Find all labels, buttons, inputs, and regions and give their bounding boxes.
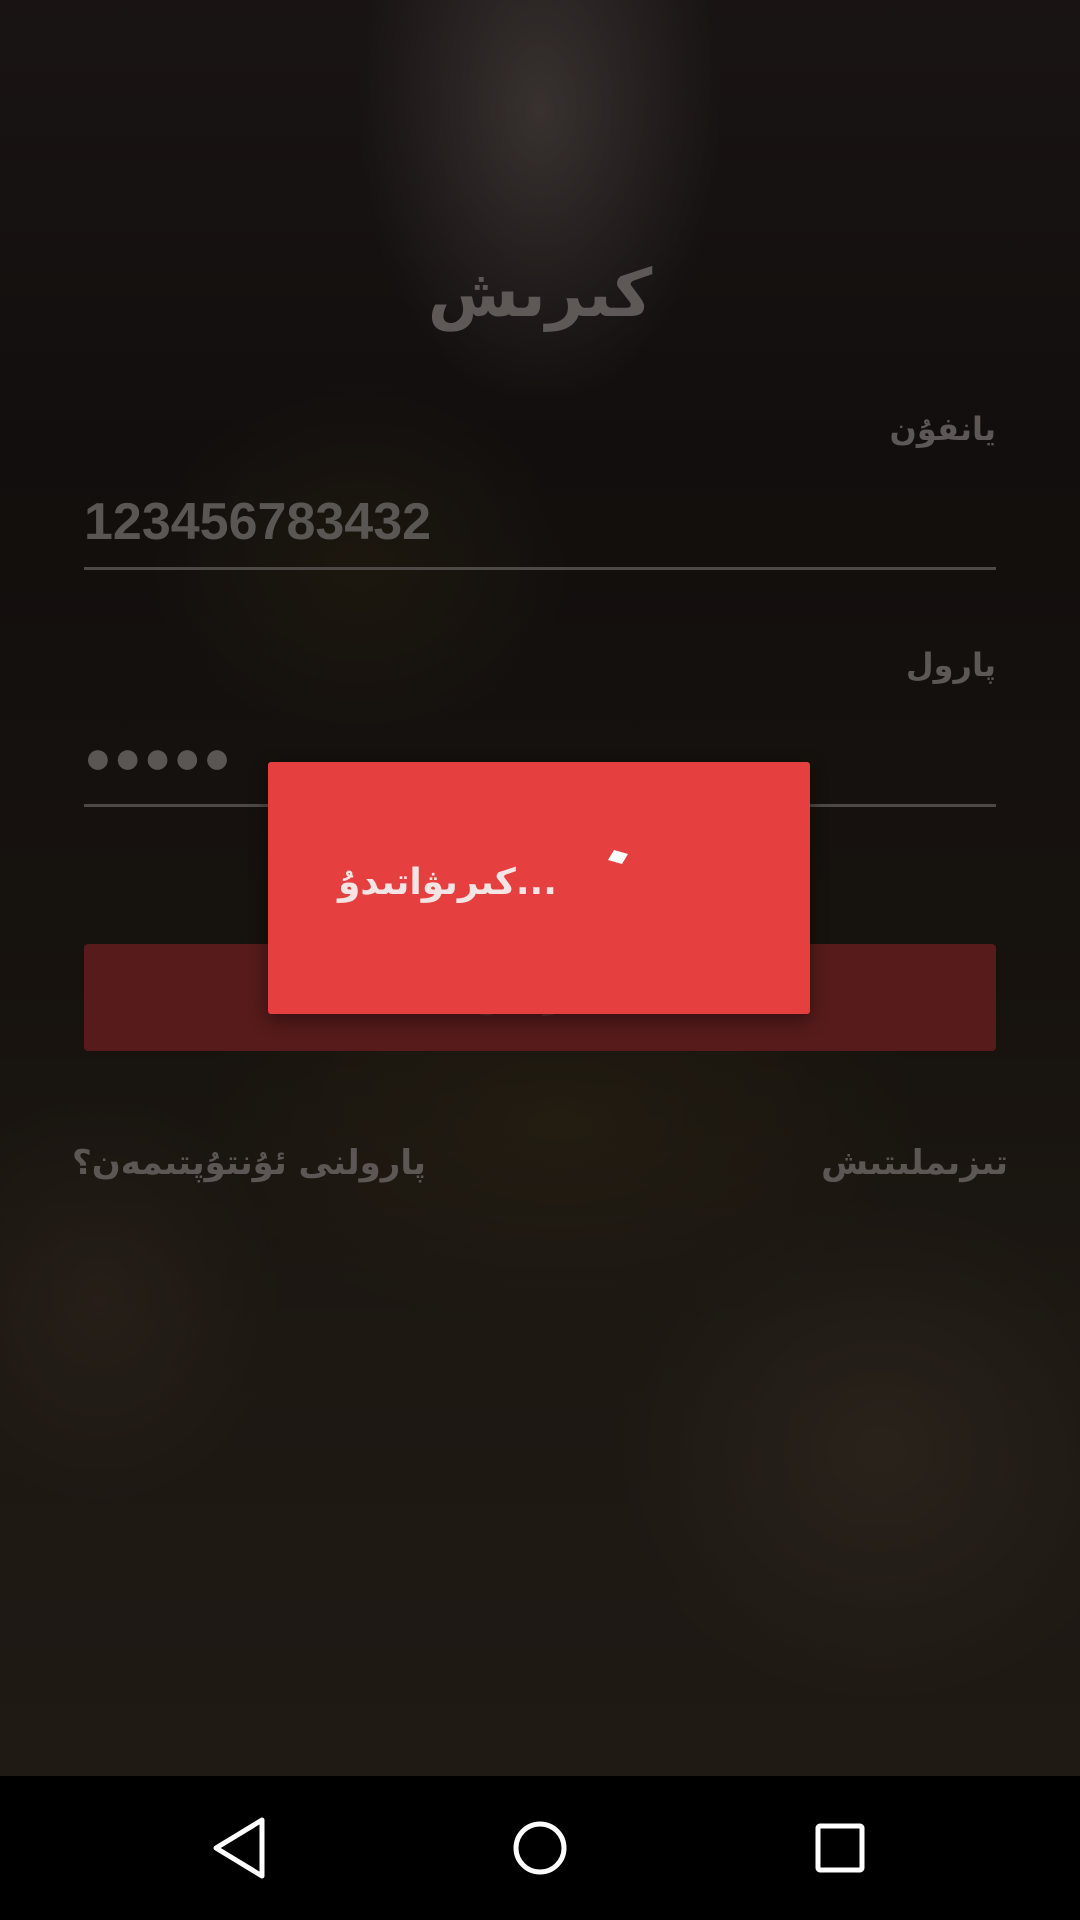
- system-nav-bar: [0, 1776, 1080, 1920]
- recent-apps-icon[interactable]: [800, 1808, 880, 1888]
- loading-dialog: كىرىۋاتىدۇ...: [268, 762, 810, 1014]
- register-link[interactable]: تىزىملىتىش: [821, 1143, 1008, 1183]
- forgot-password-link[interactable]: پارولنى ئۇنتۇپتىمەن؟: [72, 1143, 426, 1183]
- loading-message: كىرىۋاتىدۇ...: [338, 862, 557, 903]
- back-icon[interactable]: [200, 1808, 280, 1888]
- phone-field[interactable]: 123456783432: [84, 492, 431, 552]
- loading-spinner-icon: [608, 850, 628, 864]
- password-field[interactable]: ●●●●●: [84, 730, 233, 784]
- phone-underline: [84, 567, 996, 570]
- login-screen: كىرىش يانفۇن 123456783432 پارول ●●●●● كى…: [0, 0, 1080, 1776]
- page-title: كىرىش: [427, 255, 653, 332]
- phone-label: يانفۇن: [889, 410, 996, 448]
- home-icon[interactable]: [500, 1808, 580, 1888]
- password-label: پارول: [905, 646, 996, 684]
